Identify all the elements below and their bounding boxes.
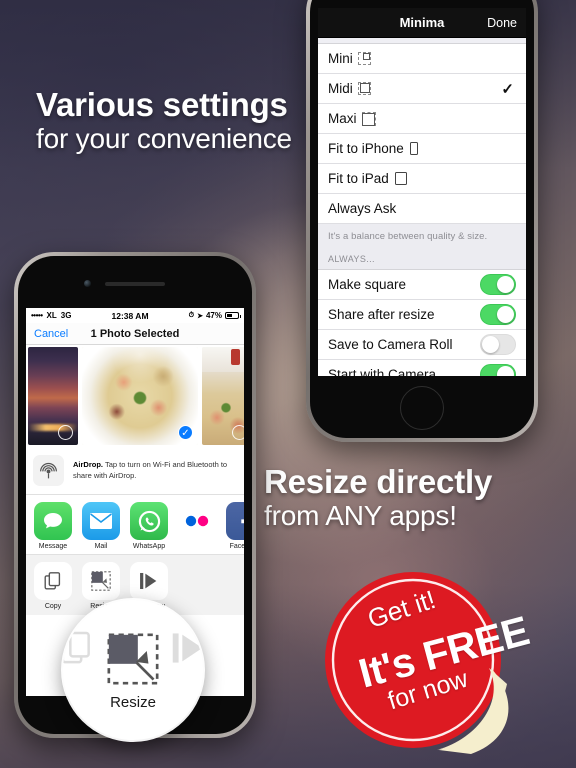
- settings-nav-bar: Minima Done: [318, 8, 526, 38]
- settings-phone: Minima Done Mini Midi ✓ Maxi Fit to iPho…: [306, 0, 538, 442]
- toggle-row-start-with-camera-label: Start with Camera: [328, 367, 437, 376]
- resize-icon: [82, 562, 120, 600]
- maxi-size-icon: [361, 111, 376, 126]
- headline-settings: Various settings for your convenience: [36, 86, 336, 154]
- checkmark-icon: ✓: [501, 80, 514, 98]
- share-sheet-title: 1 Photo Selected: [90, 327, 180, 340]
- midi-size-icon: [357, 82, 371, 95]
- status-time: 12:38 AM: [111, 310, 149, 321]
- size-option-fit-ipad[interactable]: Fit to iPad: [318, 164, 526, 194]
- free-sticker[interactable]: Get it! It's FREE for now: [321, 572, 534, 754]
- size-option-mini-label: Mini: [328, 51, 353, 66]
- alarm-icon: ⏱: [188, 311, 195, 319]
- airdrop-section[interactable]: AirDrop. Tap to turn on Wi-Fi and Blueto…: [26, 447, 244, 495]
- message-icon: [34, 502, 72, 540]
- toggle-row-make-square-label: Make square: [328, 277, 407, 292]
- toggle-row-make-square[interactable]: Make square: [318, 270, 526, 300]
- size-option-maxi[interactable]: Maxi: [318, 104, 526, 134]
- settings-nav-title: Minima: [399, 15, 445, 30]
- signal-dots-icon: •••••: [31, 311, 43, 320]
- front-camera-icon: [84, 280, 91, 287]
- carrier-label: XL: [46, 311, 57, 320]
- share-target-facebook-label: Facebook: [229, 543, 244, 550]
- ipad-device-icon: [394, 172, 407, 185]
- toggle-row-share-after-resize-label: Share after resize: [328, 307, 435, 322]
- share-target-facebook[interactable]: Facebook: [226, 502, 244, 550]
- size-option-maxi-label: Maxi: [328, 111, 357, 126]
- settings-phone-screen: Minima Done Mini Midi ✓ Maxi Fit to iPho…: [318, 8, 526, 376]
- toggle-row-save-camera-roll-label: Save to Camera Roll: [328, 337, 453, 352]
- home-button[interactable]: [400, 386, 444, 430]
- headline-settings-line2: for your convenience: [36, 122, 292, 154]
- sunset-photo[interactable]: [28, 347, 78, 445]
- magnifier-content: Resize: [63, 600, 203, 740]
- location-arrow-icon: ➤: [197, 312, 203, 320]
- facebook-icon: [226, 502, 244, 540]
- copy-icon: [34, 562, 72, 600]
- share-after-resize-toggle[interactable]: [480, 304, 516, 325]
- network-label: 3G: [60, 311, 72, 320]
- airdrop-text: AirDrop. Tap to turn on Wi-Fi and Blueto…: [73, 460, 237, 482]
- done-button[interactable]: Done: [487, 16, 517, 30]
- settings-section-header: ALWAYS...: [318, 248, 526, 270]
- mail-icon: [82, 502, 120, 540]
- share-target-message[interactable]: Message: [34, 502, 72, 550]
- sunset-photo-select-circle[interactable]: [58, 425, 73, 440]
- share-target-whatsapp[interactable]: WhatsApp: [130, 502, 168, 550]
- share-target-flickr[interactable]: Flickr: [178, 502, 216, 550]
- pasta-photo[interactable]: ✓: [82, 347, 198, 445]
- start-with-camera-toggle[interactable]: [480, 364, 516, 376]
- flickr-icon: [178, 502, 216, 540]
- size-option-fit-iphone[interactable]: Fit to iPhone: [318, 134, 526, 164]
- make-square-toggle[interactable]: [480, 274, 516, 295]
- share-target-message-label: Message: [38, 543, 68, 550]
- headline-resize: Resize directly from ANY apps!: [264, 463, 534, 531]
- settings-note: It's a balance between quality & size.: [318, 224, 526, 248]
- headline-resize-line2: from ANY apps!: [264, 499, 457, 531]
- pasta-photo-2[interactable]: [202, 347, 244, 445]
- mini-size-icon: [357, 52, 371, 65]
- size-option-mini[interactable]: Mini: [318, 44, 526, 74]
- share-sheet-header: Cancel 1 Photo Selected: [26, 323, 244, 345]
- pasta-photo-selected-check[interactable]: ✓: [178, 425, 193, 440]
- share-target-mail-label: Mail: [94, 543, 108, 550]
- size-option-fit-iphone-label: Fit to iPhone: [328, 141, 404, 156]
- size-option-fit-ipad-label: Fit to iPad: [328, 171, 389, 186]
- size-option-always-ask-label: Always Ask: [328, 201, 397, 216]
- toggle-row-start-with-camera[interactable]: Start with Camera: [318, 360, 526, 376]
- magnifier-label: Resize: [110, 693, 156, 711]
- size-option-midi-label: Midi: [328, 81, 353, 96]
- headline-resize-line1: Resize directly: [264, 463, 493, 500]
- photo-strip: ✓: [26, 345, 244, 447]
- airdrop-icon: [33, 455, 64, 486]
- resize-icon: [104, 630, 162, 688]
- slideshow-icon: [130, 562, 168, 600]
- size-option-midi[interactable]: Midi ✓: [318, 74, 526, 104]
- battery-percent: 47%: [205, 311, 222, 320]
- battery-icon: [225, 312, 241, 319]
- magnifier-overlay: Resize: [63, 600, 203, 740]
- share-target-whatsapp-label: WhatsApp: [132, 543, 166, 550]
- share-app-row: Message Mail WhatsApp Flickr: [26, 495, 244, 554]
- size-option-always-ask[interactable]: Always Ask: [318, 194, 526, 224]
- headline-settings-line1: Various settings: [36, 86, 288, 123]
- airdrop-bold-label: AirDrop.: [73, 459, 103, 469]
- whatsapp-icon: [130, 502, 168, 540]
- toggle-row-save-camera-roll[interactable]: Save to Camera Roll: [318, 330, 526, 360]
- save-to-camera-roll-toggle[interactable]: [480, 334, 516, 355]
- share-target-mail[interactable]: Mail: [82, 502, 120, 550]
- ios-status-bar: ••••• XL 3G 12:38 AM ⏱ ➤ 47%: [26, 308, 244, 323]
- iphone-device-icon: [409, 142, 418, 155]
- earpiece-speaker: [105, 282, 165, 286]
- toggle-row-share-after-resize[interactable]: Share after resize: [318, 300, 526, 330]
- pasta-photo-2-select-circle[interactable]: [232, 425, 244, 440]
